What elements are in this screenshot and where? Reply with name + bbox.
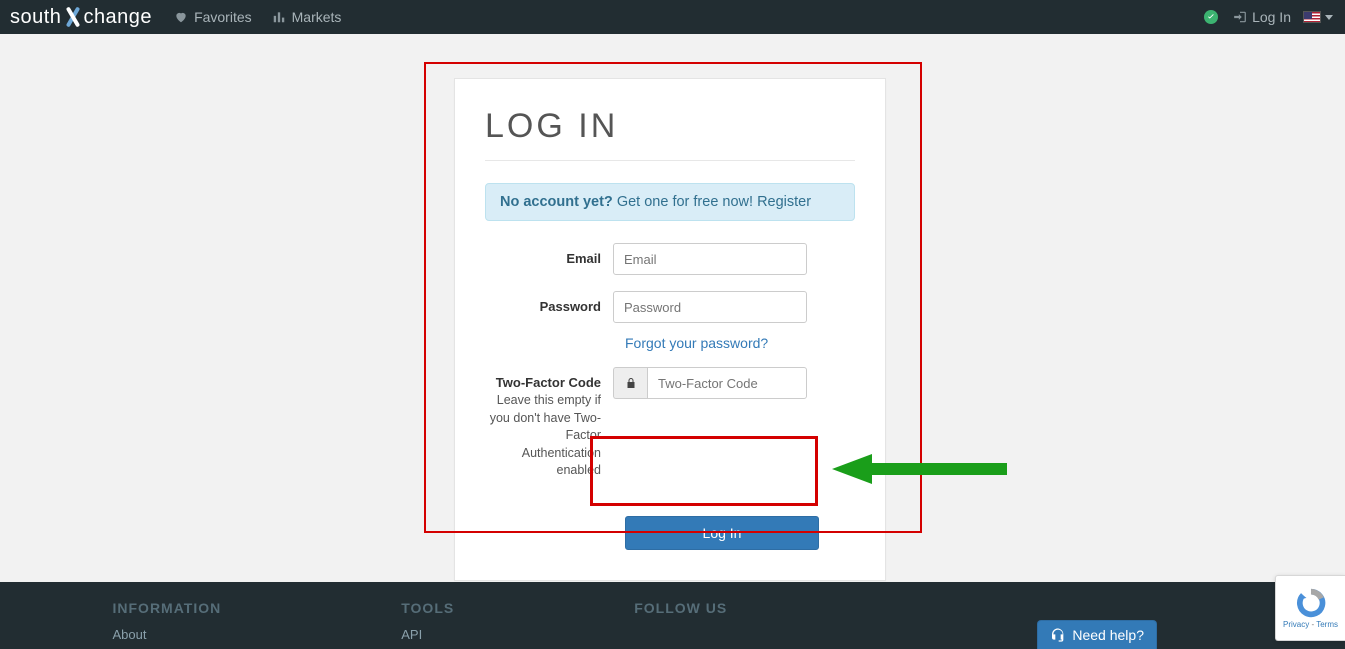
status-indicator[interactable]	[1204, 10, 1218, 24]
forgot-password-link[interactable]: Forgot your password?	[625, 335, 768, 351]
bar-chart-icon	[272, 10, 286, 24]
email-label: Email	[485, 243, 613, 275]
recaptcha-privacy[interactable]: Privacy	[1283, 620, 1309, 629]
login-icon	[1232, 10, 1248, 24]
twofa-input[interactable]	[647, 367, 807, 399]
nav-login-label: Log In	[1252, 9, 1291, 25]
footer-title-tools: TOOLS	[401, 600, 454, 616]
password-row: Password	[485, 291, 855, 323]
need-help-label: Need help?	[1072, 627, 1144, 643]
recaptcha-badge[interactable]: Privacy - Terms	[1275, 575, 1345, 641]
chevron-down-icon	[1325, 15, 1333, 20]
footer-col-follow: FOLLOW US	[634, 600, 727, 644]
nav-favorites-label: Favorites	[194, 9, 252, 25]
login-submit-button[interactable]: Log In	[625, 516, 819, 550]
nav-markets-label: Markets	[292, 9, 342, 25]
login-title: LOG IN	[485, 107, 855, 146]
nav-favorites[interactable]: Favorites	[164, 0, 262, 34]
alert-bold: No account yet?	[500, 194, 613, 210]
brand-logo[interactable]: south change	[4, 0, 158, 34]
register-alert: No account yet? Get one for free now! Re…	[485, 183, 855, 221]
brand-text-south: south	[10, 6, 61, 29]
recaptcha-terms[interactable]: Terms	[1316, 620, 1338, 629]
password-input[interactable]	[613, 291, 807, 323]
headset-icon	[1050, 627, 1066, 643]
recaptcha-icon	[1294, 588, 1328, 618]
email-row: Email	[485, 243, 855, 275]
twofa-label: Two-Factor Code	[485, 374, 601, 392]
recaptcha-links: Privacy - Terms	[1283, 620, 1338, 629]
divider	[485, 160, 855, 161]
nav-markets[interactable]: Markets	[262, 0, 352, 34]
top-navbar: south change Favorites Markets Log In	[0, 0, 1345, 34]
footer-col-information: INFORMATION About	[113, 600, 222, 644]
us-flag-icon	[1303, 11, 1321, 23]
footer-link-api[interactable]: API	[401, 627, 422, 642]
password-label: Password	[485, 291, 613, 323]
lock-icon	[613, 367, 647, 399]
email-input[interactable]	[613, 243, 807, 275]
register-link[interactable]: Register	[757, 194, 811, 210]
alert-text: Get one for free now!	[613, 194, 757, 210]
brand-text-change: change	[83, 6, 152, 29]
login-panel: LOG IN No account yet? Get one for free …	[454, 78, 886, 581]
check-icon	[1206, 12, 1216, 22]
footer: INFORMATION About TOOLS API FOLLOW US Ne…	[0, 582, 1345, 649]
footer-link-about[interactable]: About	[113, 627, 147, 642]
footer-title-follow: FOLLOW US	[634, 600, 727, 616]
heart-icon	[174, 10, 188, 24]
language-selector[interactable]	[1303, 11, 1333, 23]
footer-title-information: INFORMATION	[113, 600, 222, 616]
footer-col-tools: TOOLS API	[401, 600, 454, 644]
brand-x-icon	[63, 6, 81, 28]
twofa-help: Leave this empty if you don't have Two-F…	[485, 392, 601, 480]
nav-login[interactable]: Log In	[1232, 9, 1291, 25]
need-help-button[interactable]: Need help?	[1037, 620, 1157, 649]
twofa-row: Two-Factor Code Leave this empty if you …	[485, 367, 855, 480]
